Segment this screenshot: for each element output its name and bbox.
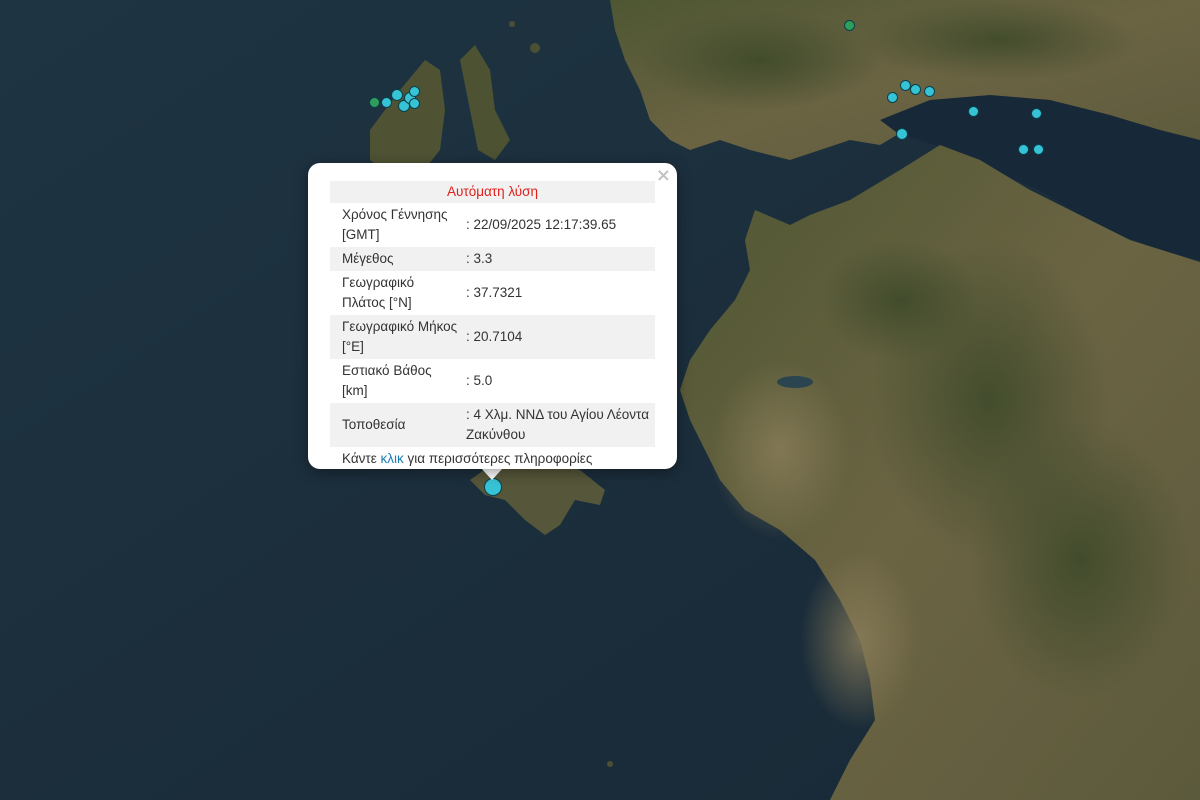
earthquake-marker[interactable] bbox=[409, 86, 420, 97]
earthquake-marker[interactable] bbox=[896, 128, 908, 140]
earthquake-marker[interactable] bbox=[391, 89, 403, 101]
location-value: : 4 Χλμ. ΝΝΔ του Αγίου Λέοντα Ζακύνθου bbox=[466, 403, 655, 447]
earthquake-marker[interactable] bbox=[968, 106, 979, 117]
earthquake-marker[interactable] bbox=[924, 86, 935, 97]
origin-time-value: : 22/09/2025 12:17:39.65 bbox=[466, 217, 617, 232]
earthquake-marker[interactable] bbox=[1018, 144, 1029, 155]
latitude-label: Γεωγραφικό Πλάτος [°N] bbox=[342, 275, 415, 310]
earthquake-marker[interactable] bbox=[887, 92, 898, 103]
table-row-depth: Εστιακό Βάθος [km] : 5.0 bbox=[330, 359, 655, 403]
latitude-value: : 37.7321 bbox=[466, 285, 523, 300]
earthquake-marker[interactable] bbox=[1031, 108, 1042, 119]
earthquake-marker-old[interactable] bbox=[844, 20, 855, 31]
satellite-map[interactable]: × Αυτόματη λύση Χρόνος Γέννησης [GMT] : … bbox=[0, 0, 1200, 800]
location-label: Τοποθεσία bbox=[330, 403, 466, 447]
depth-value: : 5.0 bbox=[466, 373, 493, 388]
popup-tip bbox=[481, 468, 503, 480]
magnitude-label: Μέγεθος bbox=[330, 247, 466, 271]
longitude-value: : 20.7104 bbox=[466, 315, 655, 359]
earthquake-marker[interactable] bbox=[381, 97, 392, 108]
earthquake-marker-old[interactable] bbox=[369, 97, 380, 108]
footer-text-before: Κάντε bbox=[342, 451, 381, 466]
earthquake-info-popup: × Αυτόματη λύση Χρόνος Γέννησης [GMT] : … bbox=[308, 163, 677, 469]
table-row-location: Τοποθεσία : 4 Χλμ. ΝΝΔ του Αγίου Λέοντα … bbox=[330, 403, 655, 447]
earthquake-marker[interactable] bbox=[1033, 144, 1044, 155]
longitude-label: Γεωγραφικό Μήκος [°E] bbox=[330, 315, 466, 359]
footer-text-after: για περισσότερες πληροφορίες bbox=[403, 451, 593, 466]
table-row-magnitude: Μέγεθος : 3.3 bbox=[330, 247, 655, 271]
origin-time-label: Χρόνος Γέννησης [GMT] bbox=[342, 207, 448, 242]
earthquake-marker[interactable] bbox=[910, 84, 921, 95]
popup-title: Αυτόματη λύση bbox=[330, 181, 655, 203]
depth-label: Εστιακό Βάθος [km] bbox=[342, 363, 432, 398]
magnitude-value: : 3.3 bbox=[466, 247, 655, 271]
more-info-link[interactable]: κλικ bbox=[381, 451, 404, 466]
earthquake-marker-selected[interactable] bbox=[484, 478, 502, 496]
earthquake-marker[interactable] bbox=[409, 98, 420, 109]
table-row-latitude: Γεωγραφικό Πλάτος [°N] : 37.7321 bbox=[330, 271, 655, 315]
table-row-longitude: Γεωγραφικό Μήκος [°E] : 20.7104 bbox=[330, 315, 655, 359]
popup-content: Αυτόματη λύση Χρόνος Γέννησης [GMT] : 22… bbox=[330, 181, 655, 469]
close-icon[interactable]: × bbox=[656, 167, 671, 185]
info-table: Χρόνος Γέννησης [GMT] : 22/09/2025 12:17… bbox=[330, 203, 655, 447]
table-row-origin-time: Χρόνος Γέννησης [GMT] : 22/09/2025 12:17… bbox=[330, 203, 655, 247]
popup-footer: Κάντε κλικ για περισσότερες πληροφορίες bbox=[330, 449, 655, 469]
